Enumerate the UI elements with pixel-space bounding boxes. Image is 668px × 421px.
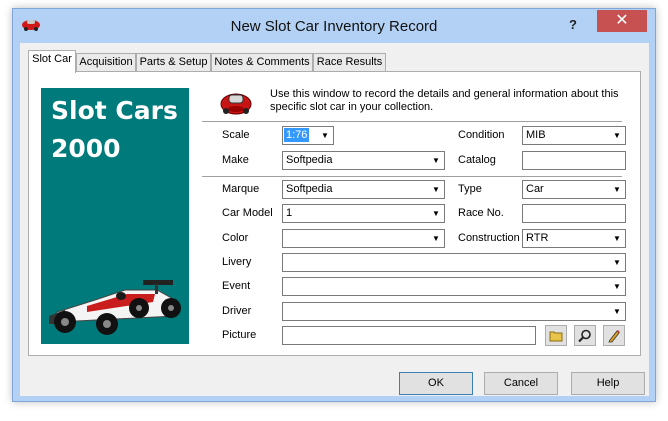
chevron-down-icon[interactable]: ▼	[610, 304, 624, 319]
car-model-value: 1	[286, 207, 293, 219]
chevron-down-icon[interactable]: ▼	[610, 279, 624, 294]
car-model-label: Car Model	[222, 207, 273, 219]
picture-label: Picture	[222, 329, 257, 341]
type-value: Car	[526, 183, 544, 195]
make-dropdown[interactable]: Softpedia ▼	[282, 151, 445, 170]
construction-label: Construction	[458, 232, 520, 244]
dialog-window: New Slot Car Inventory Record ? ✕ Slot C…	[12, 8, 656, 402]
logo-line-1: Slot Cars	[51, 96, 178, 125]
race-no-label: Race No.	[458, 207, 504, 219]
cancel-button[interactable]: Cancel	[484, 372, 558, 395]
magnifier-icon	[578, 329, 591, 343]
chevron-down-icon[interactable]: ▼	[429, 206, 443, 221]
tab-panel-slot-car: Slot Cars 2000 Use this window to record…	[28, 71, 641, 356]
marque-value: Softpedia	[286, 183, 333, 195]
intro-text: Use this window to record the details an…	[270, 88, 619, 113]
pencil-icon	[608, 330, 620, 343]
condition-dropdown[interactable]: MIB ▼	[522, 126, 626, 145]
slot-car-icon	[219, 88, 253, 116]
browse-picture-button[interactable]	[545, 325, 567, 346]
condition-label: Condition	[458, 129, 505, 141]
livery-label: Livery	[222, 256, 252, 268]
chevron-down-icon[interactable]: ▼	[610, 182, 624, 197]
scale-dropdown[interactable]: 1:76 ▼	[282, 126, 334, 145]
dialog-client: Slot Car Acquisition Parts & Setup Notes…	[20, 43, 649, 396]
close-button[interactable]: ✕	[597, 10, 647, 32]
race-car-image	[49, 280, 181, 335]
chevron-down-icon[interactable]: ▼	[429, 231, 443, 246]
marque-label: Marque	[222, 183, 260, 195]
livery-dropdown[interactable]: ▼	[282, 253, 626, 272]
separator-middle	[202, 176, 622, 178]
scale-value: 1:76	[284, 128, 310, 142]
tab-slot-car[interactable]: Slot Car	[28, 50, 76, 73]
driver-dropdown[interactable]: ▼	[282, 302, 626, 321]
type-dropdown[interactable]: Car ▼	[522, 180, 626, 199]
chevron-down-icon[interactable]: ▼	[610, 128, 624, 143]
chevron-down-icon[interactable]: ▼	[429, 153, 443, 168]
catalog-label: Catalog	[458, 154, 496, 166]
type-label: Type	[458, 183, 482, 195]
separator-top	[202, 121, 622, 123]
catalog-field[interactable]	[522, 151, 626, 170]
construction-dropdown[interactable]: RTR ▼	[522, 229, 626, 248]
folder-icon	[549, 331, 563, 342]
make-value: Softpedia	[286, 154, 333, 166]
tab-notes-comments[interactable]: Notes & Comments	[211, 53, 313, 72]
tab-acquisition[interactable]: Acquisition	[76, 53, 136, 72]
view-picture-button[interactable]	[574, 325, 596, 346]
scale-label: Scale	[222, 129, 250, 141]
title-help-button[interactable]: ?	[558, 14, 588, 36]
picture-field[interactable]	[282, 326, 536, 345]
car-model-dropdown[interactable]: 1 ▼	[282, 204, 445, 223]
chevron-down-icon[interactable]: ▼	[318, 128, 332, 143]
title-bar[interactable]: New Slot Car Inventory Record ? ✕	[13, 9, 655, 43]
driver-label: Driver	[222, 305, 252, 317]
color-label: Color	[222, 232, 249, 244]
color-dropdown[interactable]: ▼	[282, 229, 445, 248]
make-label: Make	[222, 154, 249, 166]
edit-picture-button[interactable]	[603, 325, 625, 346]
tab-race-results[interactable]: Race Results	[313, 53, 386, 72]
chevron-down-icon[interactable]: ▼	[610, 231, 624, 246]
ok-button[interactable]: OK	[399, 372, 473, 395]
condition-value: MIB	[526, 129, 546, 141]
construction-value: RTR	[526, 232, 549, 244]
chevron-down-icon[interactable]: ▼	[610, 255, 624, 270]
event-dropdown[interactable]: ▼	[282, 277, 626, 296]
event-label: Event	[222, 280, 251, 292]
chevron-down-icon[interactable]: ▼	[429, 182, 443, 197]
tab-parts-setup[interactable]: Parts & Setup	[136, 53, 211, 72]
marque-dropdown[interactable]: Softpedia ▼	[282, 180, 445, 199]
race-no-field[interactable]	[522, 204, 626, 223]
logo-line-2: 2000	[51, 134, 121, 163]
help-button[interactable]: Help	[571, 372, 645, 395]
slot-cars-logo: Slot Cars 2000	[41, 88, 189, 344]
